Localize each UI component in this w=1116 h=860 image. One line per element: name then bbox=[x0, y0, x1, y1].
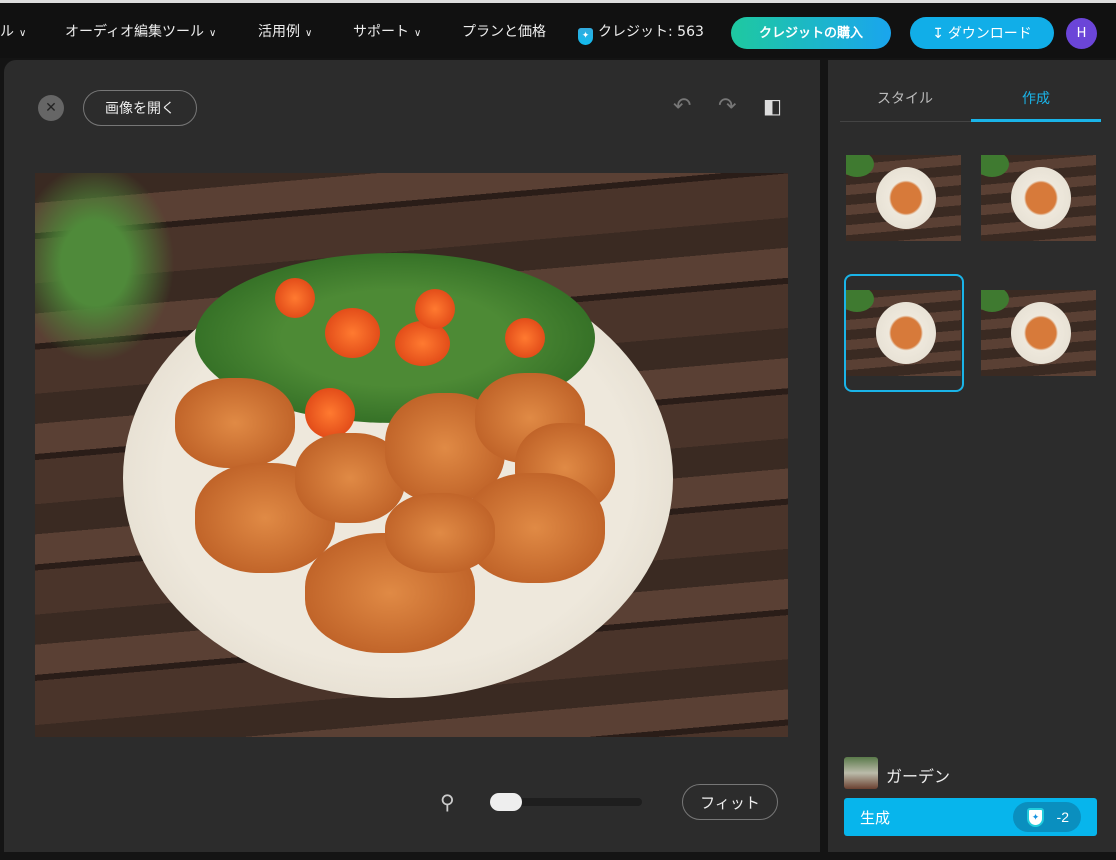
canvas-image bbox=[35, 173, 788, 737]
zoom-icon: ⚲ bbox=[440, 790, 455, 814]
result-thumbnail-selected[interactable] bbox=[846, 290, 961, 376]
download-button[interactable]: ↧ ダウンロード bbox=[910, 17, 1054, 49]
download-label: ダウンロード bbox=[947, 25, 1032, 41]
nav-label: 活用例 bbox=[258, 24, 300, 40]
open-image-button[interactable]: 画像を開く bbox=[83, 90, 197, 126]
compare-icon[interactable]: ◧ bbox=[763, 94, 782, 118]
credit-icon: ✦ bbox=[578, 28, 593, 45]
avatar[interactable]: H bbox=[1066, 18, 1097, 49]
nav-menu-audio[interactable]: オーディオ編集ツール ∨ bbox=[65, 21, 216, 41]
credits-display: ✦ クレジット: 563 bbox=[578, 21, 704, 45]
buy-credits-button[interactable]: クレジットの購入 bbox=[731, 17, 891, 49]
credit-icon: ✦ bbox=[1027, 808, 1044, 827]
fried-chicken bbox=[175, 378, 295, 468]
tab-style[interactable]: スタイル bbox=[840, 88, 970, 108]
cost-value: -2 bbox=[1056, 809, 1069, 825]
credit-cost-badge: ✦ -2 bbox=[1013, 802, 1081, 832]
tomato bbox=[505, 318, 545, 358]
fern-decoration bbox=[35, 173, 175, 363]
tab-create[interactable]: 作成 bbox=[971, 88, 1101, 108]
result-thumbnail[interactable] bbox=[981, 155, 1096, 241]
result-thumbnail[interactable] bbox=[846, 155, 961, 241]
zoom-slider[interactable] bbox=[490, 793, 642, 811]
undo-icon[interactable]: ↶ bbox=[673, 94, 691, 119]
tomato bbox=[415, 289, 455, 329]
result-thumbnail[interactable] bbox=[981, 290, 1096, 376]
tab-active-indicator bbox=[971, 119, 1101, 122]
tomato bbox=[305, 388, 355, 438]
fried-chicken bbox=[385, 493, 495, 573]
tomato bbox=[325, 308, 380, 358]
chevron-down-icon: ∨ bbox=[414, 28, 422, 39]
tomato bbox=[275, 278, 315, 318]
generate-button[interactable]: 生成 ✦ -2 bbox=[844, 798, 1097, 836]
chevron-down-icon: ∨ bbox=[19, 28, 27, 39]
chevron-down-icon: ∨ bbox=[305, 28, 313, 39]
fit-button[interactable]: フィット bbox=[682, 784, 778, 820]
zoom-slider-thumb[interactable] bbox=[490, 793, 522, 811]
top-nav-bar: ル ∨ オーディオ編集ツール ∨ 活用例 ∨ サポート ∨ プランと価格 ✦ クレジット:… bbox=[0, 0, 1116, 58]
nav-label: ル bbox=[0, 24, 14, 40]
nav-menu-tools[interactable]: ル ∨ bbox=[0, 21, 26, 41]
style-name: ガーデン bbox=[886, 767, 951, 786]
chevron-down-icon: ∨ bbox=[209, 28, 217, 39]
nav-menu-usecases[interactable]: 活用例 ∨ bbox=[258, 21, 312, 41]
credits-label: クレジット: 563 bbox=[598, 24, 704, 40]
redo-icon[interactable]: ↷ bbox=[718, 94, 736, 119]
nav-menu-support[interactable]: サポート ∨ bbox=[353, 21, 421, 41]
download-icon: ↧ bbox=[932, 25, 948, 41]
generate-label: 生成 bbox=[860, 809, 891, 827]
style-thumbnail[interactable] bbox=[844, 757, 878, 789]
nav-plans[interactable]: プランと価格 bbox=[462, 21, 546, 41]
nav-label: サポート bbox=[353, 24, 409, 40]
close-icon[interactable]: ✕ bbox=[38, 95, 64, 121]
nav-label: オーディオ編集ツール bbox=[65, 24, 205, 40]
